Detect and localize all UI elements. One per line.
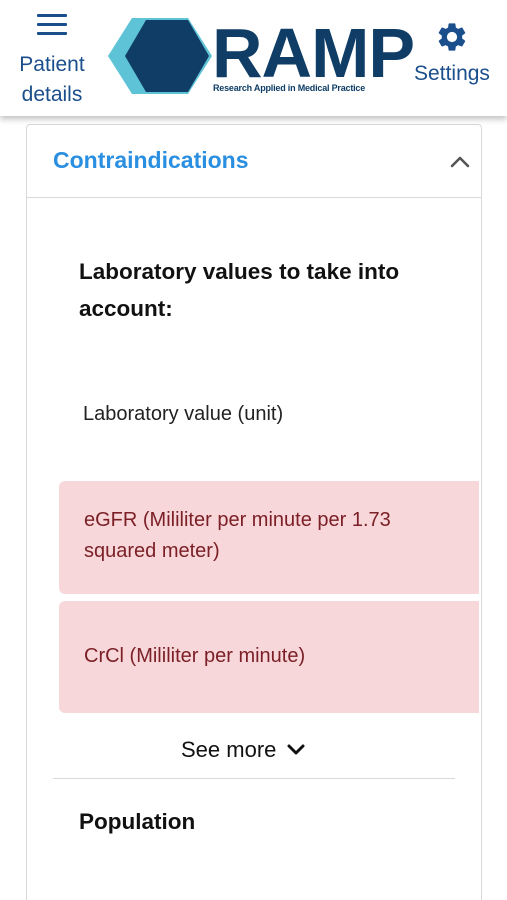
patient-details-button[interactable]: Patient details: [6, 8, 98, 112]
lab-value-row[interactable]: CrCl (Mililiter per minute): [59, 601, 479, 713]
card-header[interactable]: Contraindications: [27, 125, 481, 198]
lab-value-row[interactable]: eGFR (Mililiter per minute per 1.73 squa…: [59, 481, 479, 594]
see-more-button[interactable]: See more: [181, 735, 306, 765]
population-heading: Population: [79, 809, 196, 834]
logo-tagline: Research Applied in Medical Practice: [213, 83, 366, 93]
app-screen: Patient details RAMP Research Applied in…: [0, 0, 507, 900]
patient-details-label: Patient details: [19, 53, 85, 106]
settings-button[interactable]: Settings: [404, 20, 500, 100]
hexagon-logo-icon: [108, 18, 212, 94]
app-header: Patient details RAMP Research Applied in…: [0, 0, 507, 116]
settings-label: Settings: [414, 62, 490, 85]
contraindications-card: Contraindications Laboratory values to t…: [26, 124, 482, 900]
gear-icon: [438, 23, 466, 51]
chevron-down-icon: [287, 744, 305, 755]
logo-wordmark: RAMP: [212, 14, 415, 92]
chevron-up-icon[interactable]: [449, 151, 471, 171]
divider: [53, 778, 455, 779]
ramp-logo: RAMP Research Applied in Medical Practic…: [108, 14, 415, 98]
column-label: Laboratory value (unit): [83, 403, 284, 425]
card-title: Contraindications: [53, 147, 249, 173]
section-heading: Laboratory values to take into account:: [79, 259, 400, 321]
see-more-label: See more: [181, 737, 277, 762]
menu-icon: [37, 14, 67, 36]
lab-value-label: CrCl (Mililiter per minute): [84, 645, 306, 667]
lab-value-label: eGFR (Mililiter per minute per 1.73 squa…: [84, 509, 391, 562]
